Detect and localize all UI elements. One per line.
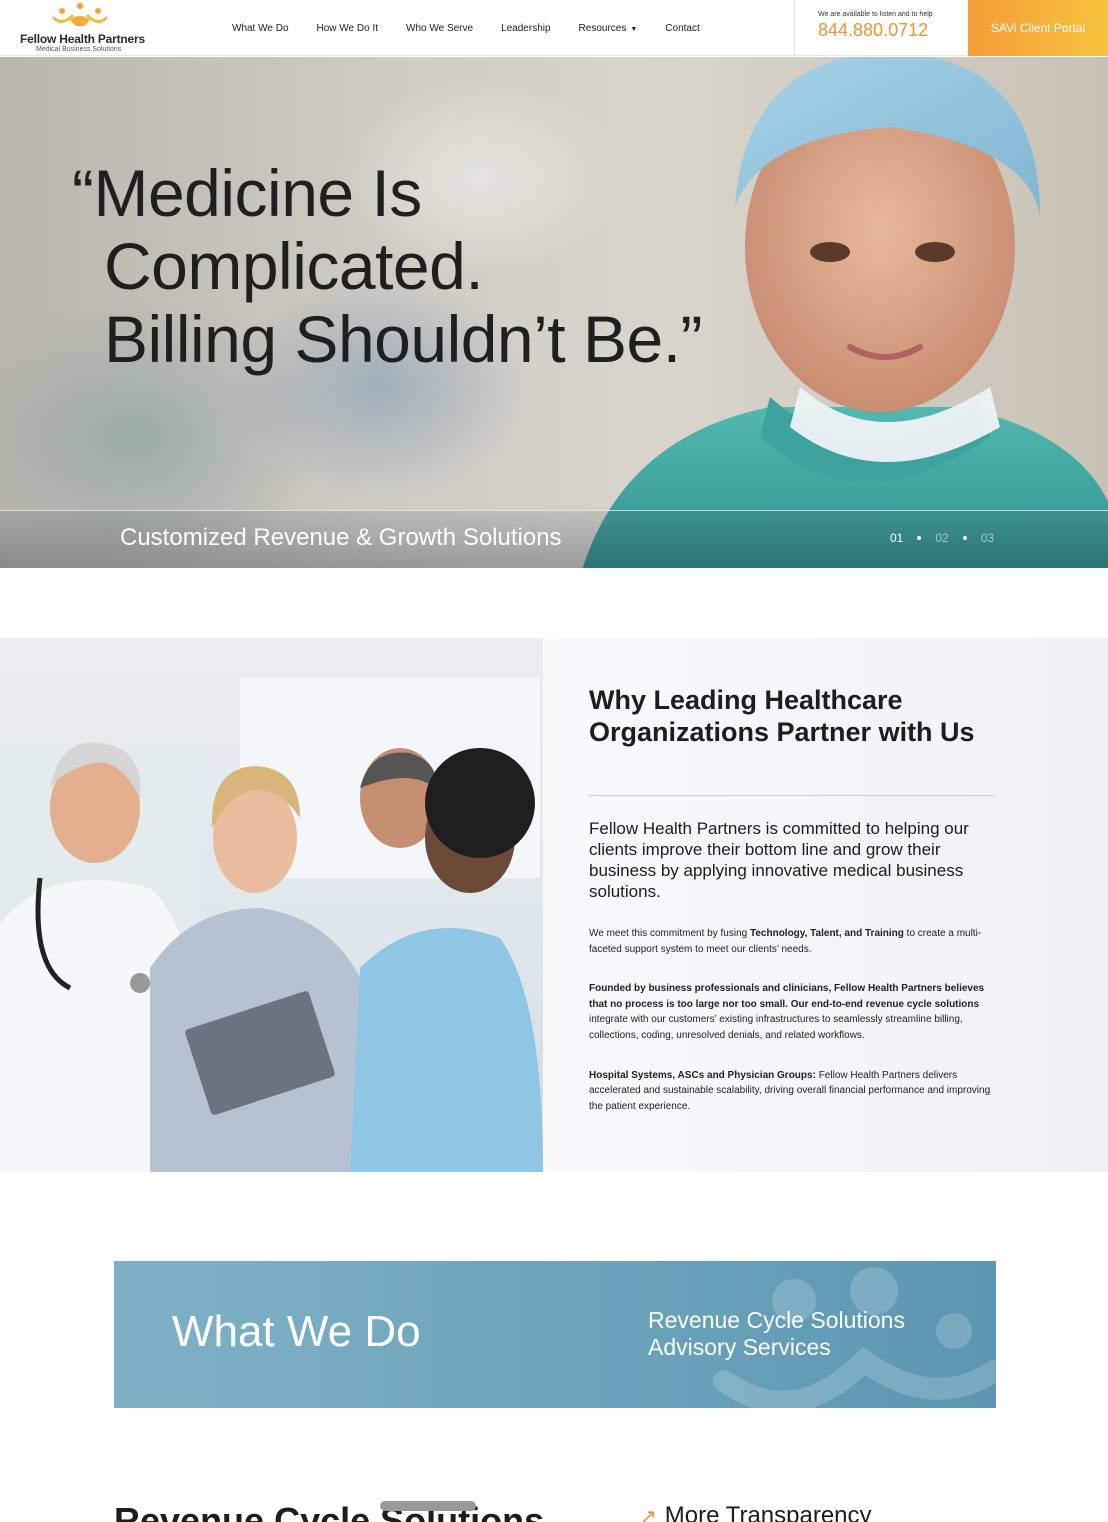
why-lead-paragraph: Fellow Health Partners is committed to h…: [589, 819, 969, 901]
what-we-do-banner[interactable]: What We Do Revenue Cycle Solutions Advis…: [114, 1261, 996, 1408]
logo-name: Fellow Health Partners: [20, 32, 145, 46]
site-header: Fellow Health Partners Medical Business …: [0, 0, 1108, 56]
p2-bold: Founded by business professionals and cl…: [589, 983, 985, 1010]
phone-contact: We are available to listen and to help 8…: [794, 0, 968, 56]
divider: [589, 795, 995, 796]
nav-what-we-do[interactable]: What We Do: [232, 23, 289, 34]
revenue-cycle-section-title: Revenue Cycle Solutions: [114, 1500, 545, 1522]
dot-separator-icon: [962, 536, 967, 540]
p1-text-a: We meet this commitment by fusing: [589, 928, 750, 939]
p3-bold: Hospital Systems, ASCs and Physician Gro…: [589, 1069, 816, 1081]
why-heading-line-1: Why Leading Healthcare: [589, 685, 903, 715]
what-we-do-links: Revenue Cycle Solutions Advisory Service…: [648, 1307, 905, 1361]
logo-figures-icon: [52, 2, 108, 27]
nav-contact[interactable]: Contact: [665, 23, 699, 34]
more-transparency-label: More Transparency: [664, 1502, 872, 1522]
nav-how-we-do-it[interactable]: How We Do It: [317, 23, 379, 34]
dot-separator-icon: [917, 536, 922, 540]
hero-headline-line-1: “Medicine Is: [72, 156, 422, 230]
scroll-indicator[interactable]: [380, 1501, 476, 1511]
contact-note: We are available to listen and to help: [818, 11, 933, 18]
p1-bold: Technology, Talent, and Training: [749, 928, 904, 939]
p2-text: integrate with our customers’ existing i…: [589, 1014, 963, 1041]
slide-2-button[interactable]: 02: [935, 531, 948, 545]
phone-number-link[interactable]: 844.880.0712: [818, 20, 968, 41]
why-heading: Why Leading Healthcare Organizations Par…: [589, 684, 999, 748]
hero-caption: Customized Revenue & Growth Solutions: [120, 524, 562, 551]
slider-pagination: 01 02 03: [890, 531, 994, 545]
main-nav: What We Do How We Do It Who We Serve Lea…: [232, 0, 728, 56]
client-portal-button[interactable]: SAVi Client Portal: [968, 0, 1108, 56]
medical-team-illustration: [0, 678, 543, 1172]
site-logo[interactable]: Fellow Health Partners Medical Business …: [20, 2, 150, 54]
slide-1-button[interactable]: 01: [890, 531, 903, 545]
why-content: Why Leading Healthcare Organizations Par…: [589, 684, 999, 1114]
revenue-cycle-solutions-link[interactable]: Revenue Cycle Solutions: [648, 1307, 905, 1334]
hero-headline-line-2: Complicated.: [104, 229, 484, 303]
advisory-services-link[interactable]: Advisory Services: [648, 1334, 905, 1361]
logo-tagline: Medical Business Solutions: [36, 46, 122, 53]
hero-slider: “Medicine Is Complicated. Billing Should…: [0, 57, 1108, 568]
chevron-down-icon: ▼: [630, 25, 638, 33]
hero-headline-line-3: Billing Shouldn’t Be.”: [104, 302, 703, 376]
why-heading-line-2: Organizations Partner with Us: [589, 717, 975, 747]
why-partner-section: Why Leading Healthcare Organizations Par…: [0, 638, 1108, 1172]
nav-who-we-serve[interactable]: Who We Serve: [406, 23, 473, 34]
why-paragraph-3: Hospital Systems, ASCs and Physician Gro…: [589, 1068, 999, 1115]
nav-leadership[interactable]: Leadership: [501, 23, 550, 34]
slide-3-button[interactable]: 03: [981, 531, 994, 545]
why-paragraph-2: Founded by business professionals and cl…: [589, 981, 999, 1043]
more-transparency-item: ↗ More Transparency: [640, 1502, 872, 1522]
nav-resources-label: Resources: [578, 22, 627, 34]
medical-team-photo: [0, 638, 543, 1172]
nav-resources-dropdown[interactable]: Resources ▼: [579, 23, 638, 34]
hero-caption-bar: Customized Revenue & Growth Solutions 01…: [0, 510, 1108, 568]
why-paragraph-1: We meet this commitment by fusing Techno…: [589, 926, 999, 957]
what-we-do-title: What We Do: [172, 1307, 421, 1356]
hero-headline: “Medicine Is Complicated. Billing Should…: [72, 156, 703, 376]
arrow-up-right-icon: ↗: [640, 1506, 657, 1522]
